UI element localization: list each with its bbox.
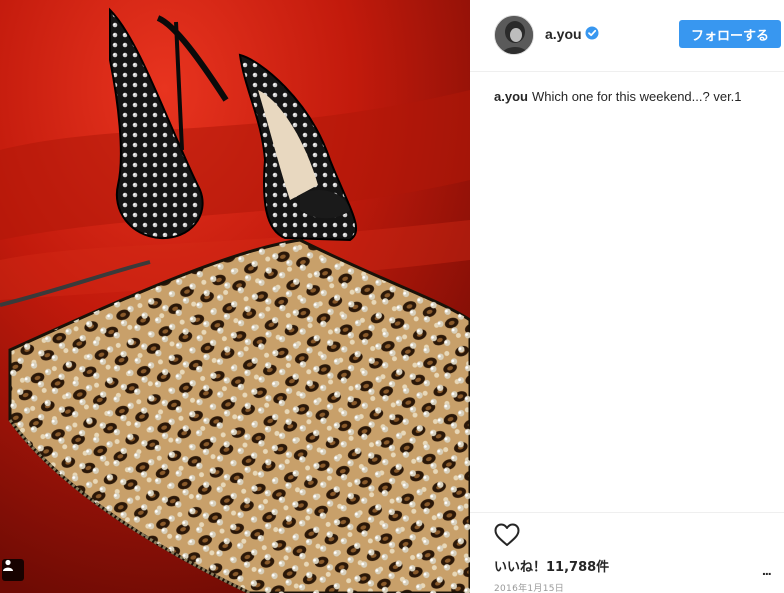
heart-outline-icon[interactable] <box>494 523 520 547</box>
username-link[interactable]: a.you <box>545 26 582 42</box>
post-date[interactable]: 2016年1月15日 <box>494 581 564 593</box>
follow-button[interactable]: フォローする <box>679 20 781 48</box>
person-icon <box>3 559 13 571</box>
avatar-image <box>495 16 533 54</box>
more-options-icon[interactable]: ... <box>762 562 772 578</box>
photo-illustration <box>0 0 470 593</box>
caption: a.you Which one for this weekend...? ver.… <box>494 89 742 104</box>
avatar[interactable] <box>494 15 534 55</box>
post-header: a.you フォローする <box>470 0 784 72</box>
post-side-panel: a.you フォローする a.you Which one for this wee… <box>470 0 784 593</box>
user-tag-button[interactable] <box>2 559 24 581</box>
verified-badge-icon <box>585 26 599 40</box>
caption-username-link[interactable]: a.you <box>494 89 528 104</box>
post-actions: いいね！11,788件 2016年1月15日 ... <box>470 512 784 593</box>
post-photo[interactable] <box>0 0 470 593</box>
likes-count[interactable]: いいね！11,788件 <box>494 556 609 575</box>
caption-text: Which one for this weekend...? ver.1 <box>531 89 742 104</box>
